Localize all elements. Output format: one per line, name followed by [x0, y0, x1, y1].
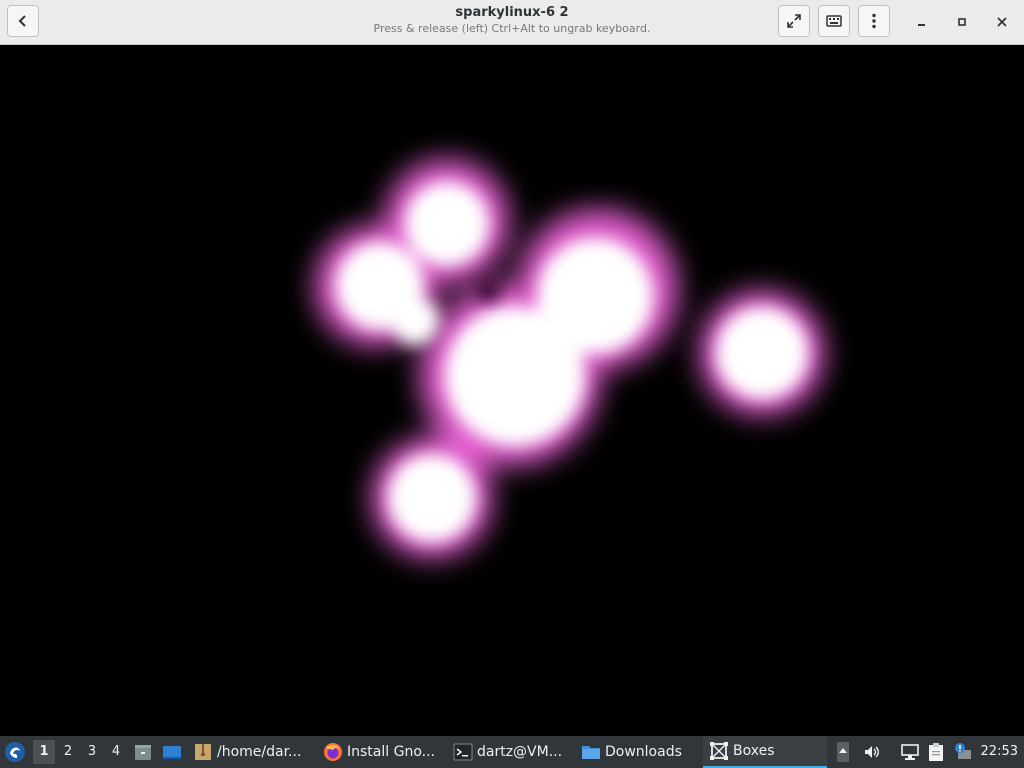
task-boxes[interactable]: Boxes	[703, 736, 827, 768]
tray-scroll[interactable]	[835, 736, 851, 768]
archive-icon	[195, 744, 211, 760]
fullscreen-icon	[787, 14, 801, 28]
sparky-logo-icon	[5, 742, 25, 762]
terminal-icon	[453, 743, 473, 761]
title-area: sparkylinux-6 2 Press & release (left) C…	[300, 5, 724, 36]
keyboard-icon	[826, 15, 842, 27]
glowing-blobs-screensaver	[315, 159, 824, 558]
tray-network[interactable]	[898, 736, 922, 768]
keyboard-button[interactable]	[818, 5, 850, 37]
tray-volume[interactable]	[860, 736, 884, 768]
task-label: dartz@VM...	[477, 744, 563, 760]
clock[interactable]: 22:53	[981, 736, 1018, 768]
task-firefox[interactable]: Install Gno...	[323, 736, 443, 768]
close-icon	[997, 17, 1007, 27]
launcher-desktop[interactable]	[162, 736, 184, 768]
vm-display[interactable]	[0, 46, 1024, 736]
minimize-button[interactable]	[910, 11, 934, 33]
folder-icon	[582, 746, 600, 759]
task-label: /home/dar...	[217, 744, 302, 760]
file-cabinet-icon	[135, 745, 151, 760]
tray-clipboard[interactable]	[924, 736, 948, 768]
minimize-icon	[918, 24, 925, 26]
clipboard-icon	[929, 743, 943, 761]
firefox-icon	[324, 743, 342, 761]
task-label: Downloads	[605, 744, 682, 760]
task-downloads[interactable]: Downloads	[581, 736, 699, 768]
workspace-4[interactable]: 4	[105, 740, 127, 764]
network-icon	[901, 744, 919, 760]
back-arrow-icon	[18, 15, 26, 27]
task-archive[interactable]: /home/dar...	[193, 736, 311, 768]
taskbar: 1 2 3 4 /home/dar... Install Gno... dart…	[0, 736, 1024, 768]
tray-updates[interactable]	[951, 736, 975, 768]
workspace-3[interactable]: 3	[81, 740, 103, 764]
app-menu-button[interactable]	[4, 736, 28, 768]
workspace-1[interactable]: 1	[33, 740, 55, 764]
task-label: Boxes	[733, 743, 775, 759]
task-label: Install Gno...	[347, 744, 435, 760]
workspace-2[interactable]: 2	[57, 740, 79, 764]
maximize-button[interactable]	[950, 11, 974, 33]
task-terminal[interactable]: dartz@VM...	[453, 736, 571, 768]
scroll-arrow-icon	[837, 742, 849, 762]
close-button[interactable]	[990, 11, 1014, 33]
fullscreen-button[interactable]	[778, 5, 810, 37]
kebab-menu-icon	[872, 13, 876, 29]
show-desktop-icon	[163, 746, 181, 759]
blob-gap	[478, 281, 498, 301]
back-button[interactable]	[7, 5, 39, 37]
window-title: sparkylinux-6 2	[455, 5, 569, 20]
menu-button[interactable]	[858, 5, 890, 37]
header-bar: sparkylinux-6 2 Press & release (left) C…	[0, 0, 1024, 45]
boxes-icon	[710, 742, 728, 760]
window-subtitle: Press & release (left) Ctrl+Alt to ungra…	[373, 22, 651, 35]
update-notifier-icon	[955, 743, 971, 759]
maximize-icon	[958, 18, 966, 26]
launcher-files[interactable]	[133, 736, 155, 768]
volume-icon	[865, 746, 879, 758]
